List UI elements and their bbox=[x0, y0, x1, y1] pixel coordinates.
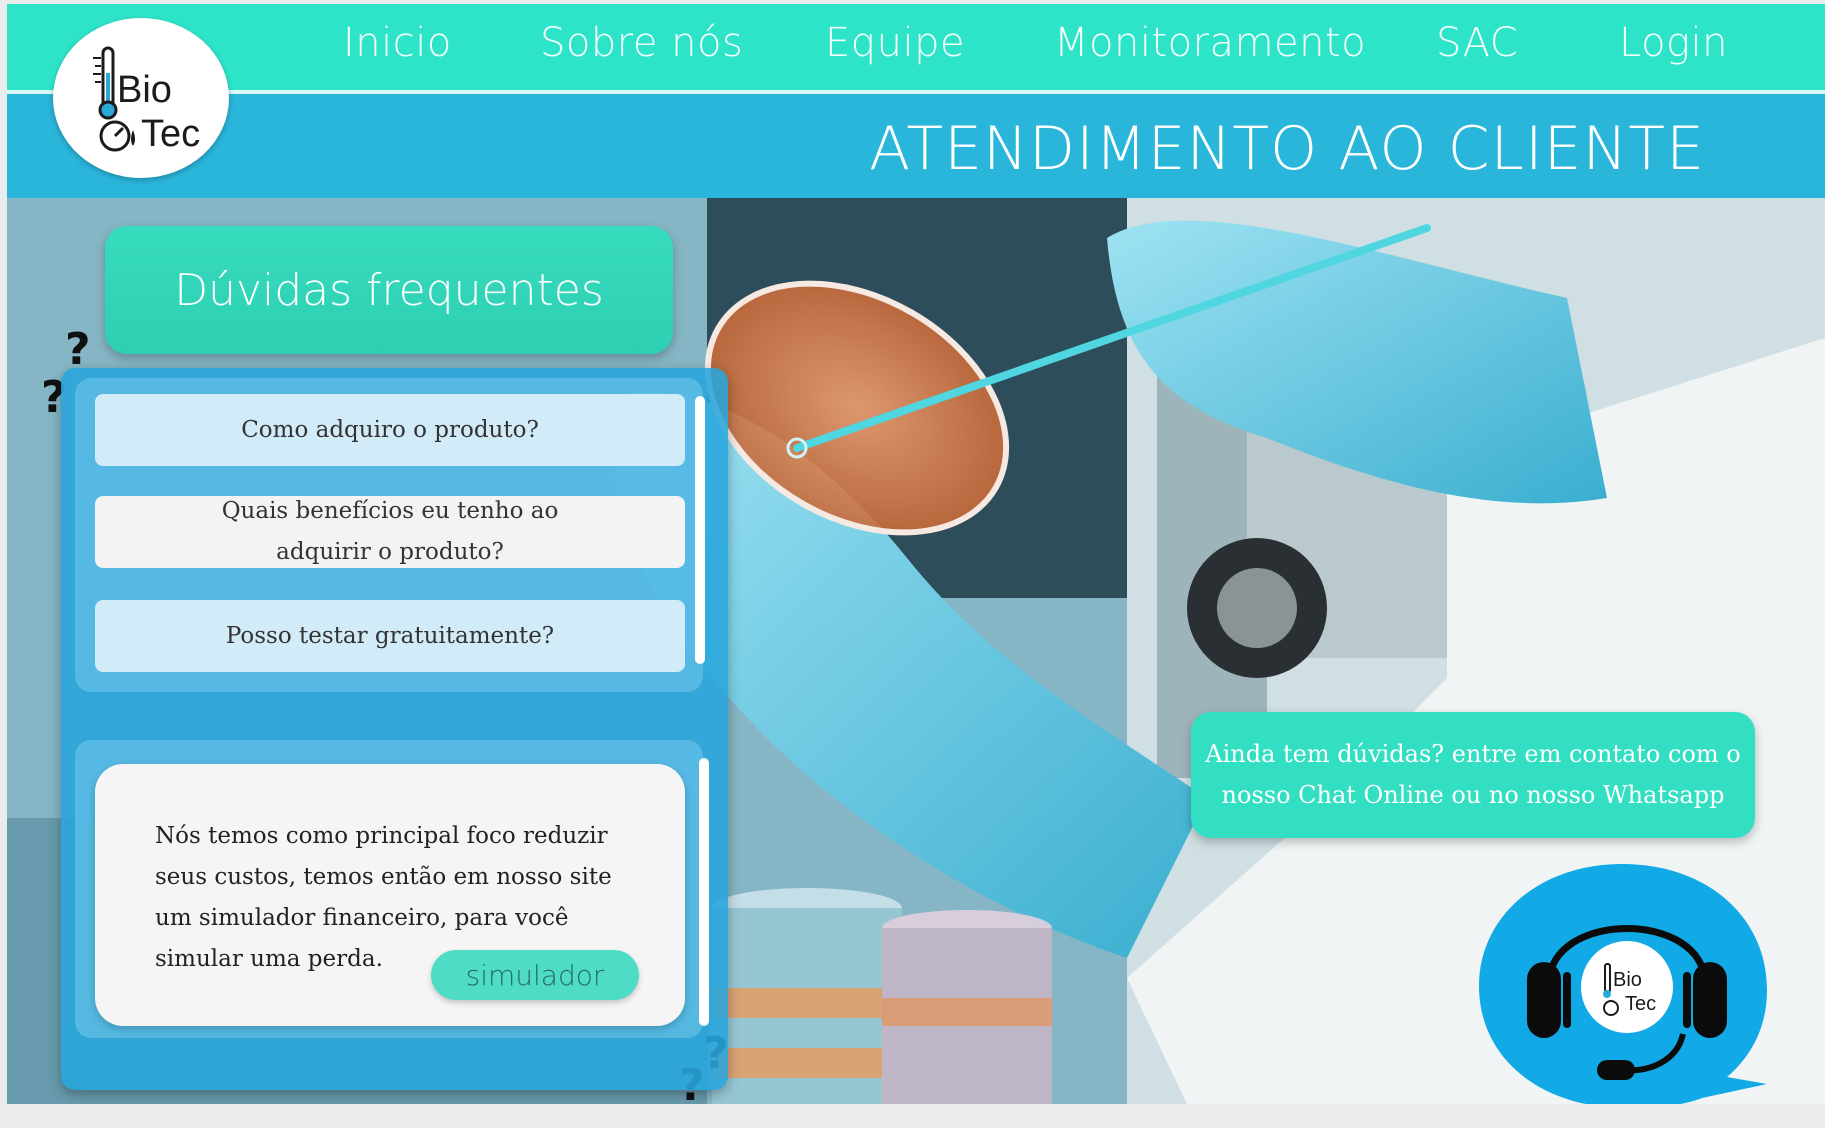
faq-question-2-text: Quais benefícios eu tenho ao adquirir o … bbox=[221, 498, 559, 565]
headset-chat-icon: Bio Tec bbox=[1479, 864, 1767, 1104]
faq-panel: Como adquiro o produto? Quais benefícios… bbox=[61, 368, 728, 1090]
nav-link-sac[interactable]: SAC bbox=[1436, 20, 1518, 66]
chat-logo-text-tec: Tec bbox=[1625, 993, 1656, 1015]
faq-header: Dúvidas frequentes bbox=[105, 226, 673, 354]
contact-callout[interactable]: Ainda tem dúvidas? entre em contato com … bbox=[1191, 712, 1755, 838]
chat-support-button[interactable]: Bio Tec bbox=[1477, 862, 1777, 1104]
nav-link-monitoramento[interactable]: Monitoramento bbox=[1054, 20, 1366, 66]
biotec-logo[interactable]: Bio Tec bbox=[53, 18, 229, 178]
faq-answer-scrollbar[interactable] bbox=[699, 758, 709, 1026]
faq-question-2[interactable]: Quais benefícios eu tenho ao adquirir o … bbox=[95, 496, 685, 568]
page-title: ATENDIMENTO AO CLIENTE bbox=[869, 114, 1705, 184]
nav-link-inicio[interactable]: Inicio bbox=[343, 20, 452, 66]
faq-question-3-text: Posso testar gratuitamente? bbox=[225, 622, 555, 649]
faq-question-3[interactable]: Posso testar gratuitamente? bbox=[95, 600, 685, 672]
faq-answer-card: Nós temos como principal foco reduzir se… bbox=[95, 764, 685, 1026]
contact-text: Ainda tem dúvidas? entre em contato com … bbox=[1205, 740, 1741, 809]
nav-link-login[interactable]: Login bbox=[1619, 20, 1728, 66]
faq-question-1[interactable]: Como adquiro o produto? bbox=[95, 394, 685, 466]
logo-text-tec: Tec bbox=[141, 113, 200, 155]
biotec-logo-mark: Bio Tec bbox=[93, 46, 200, 155]
nav-link-sobre-nos[interactable]: Sobre nós bbox=[540, 20, 743, 66]
faq-questions-scrollbar[interactable] bbox=[695, 396, 705, 664]
faq-question-1-text: Como adquiro o produto? bbox=[241, 416, 539, 443]
top-nav: Inicio Sobre nós Equipe Monitoramento SA… bbox=[7, 4, 1825, 90]
page-frame: Inicio Sobre nós Equipe Monitoramento SA… bbox=[7, 4, 1825, 1104]
logo-text-bio: Bio bbox=[117, 69, 172, 111]
faq-title: Dúvidas frequentes bbox=[174, 264, 604, 316]
simulador-button[interactable]: simulador bbox=[431, 950, 639, 1000]
chat-logo-text-bio: Bio bbox=[1613, 969, 1642, 991]
nav-link-equipe[interactable]: Equipe bbox=[825, 20, 965, 66]
